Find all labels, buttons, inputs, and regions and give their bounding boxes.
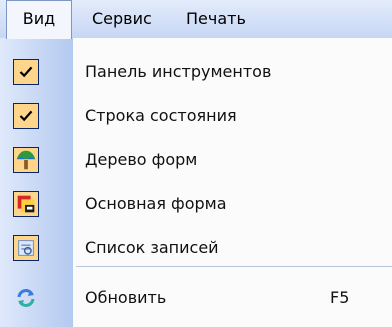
menu-item-toolbar[interactable]: Панель инструментов [0,52,392,92]
menu-separator [76,266,392,267]
menu-print[interactable]: Печать [186,0,246,38]
menu-item-status-bar[interactable]: Строка состояния [0,96,392,136]
menu-item-main-form[interactable]: Основная форма [0,184,392,224]
tree-icon [13,147,39,173]
menu-item-label: Панель инструментов [85,62,272,81]
menu-item-form-tree[interactable]: Дерево форм [0,140,392,180]
menu-bar: Вид Сервис Печать [0,0,392,39]
menu-item-label: Дерево форм [85,150,198,169]
checkmark-icon [13,59,39,85]
menu-view[interactable]: Вид [6,0,72,39]
menu-item-label: Список записей [85,238,219,257]
menu-item-label: Основная форма [85,194,227,213]
shortcut-label: F5 [330,288,350,307]
refresh-icon [13,285,39,311]
menu-item-refresh[interactable]: Обновить F5 [0,278,392,318]
checkmark-icon [13,103,39,129]
menu-service[interactable]: Сервис [92,0,152,38]
record-list-icon [13,235,39,261]
main-form-icon [13,191,39,217]
menu-item-record-list[interactable]: Список записей [0,228,392,268]
menu-item-label: Обновить [85,288,167,307]
menu-item-label: Строка состояния [85,106,237,125]
